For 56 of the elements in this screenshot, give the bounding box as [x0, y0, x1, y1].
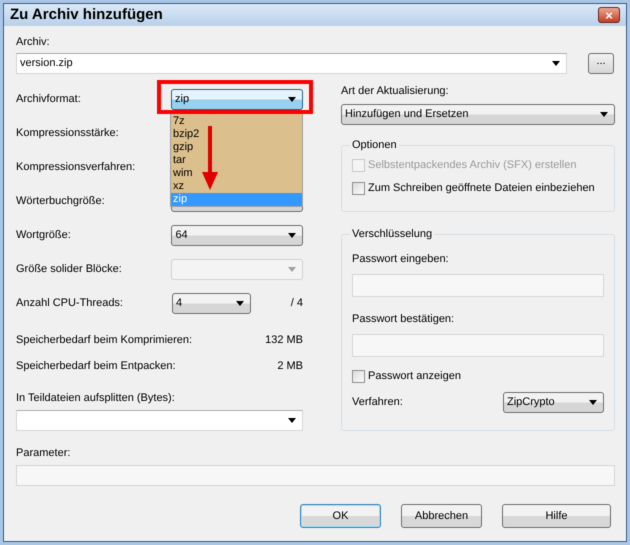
thread-count: / 4 [290, 296, 303, 311]
dialog-button[interactable]: Abbrechen [401, 504, 482, 528]
field-label: Speicherbedarf beim Entpacken: [16, 358, 176, 374]
list-option[interactable]: xz [171, 180, 302, 193]
option-label: Selbstentpackendes Archiv (SFX) erstellen [368, 158, 576, 174]
caret-icon [600, 112, 608, 117]
group-title: Verschlüsselung [351, 227, 434, 242]
list-option[interactable]: gzip [171, 141, 302, 154]
format-dropdown[interactable]: zip [171, 88, 303, 110]
field-label: In Teildateien aufsplitten (Bytes): [16, 391, 176, 405]
dialog-button[interactable]: Hilfe [502, 504, 611, 528]
field-label: Archiv: [16, 35, 51, 49]
option-label: Zum Schreiben geöffnete Dateien einbeziehen [368, 181, 595, 196]
list-option[interactable]: 7z [171, 115, 302, 128]
dialog-button[interactable]: OK [300, 504, 381, 528]
password-field[interactable] [352, 274, 604, 296]
dropdown[interactable]: 64 [171, 224, 303, 246]
field-label: Kompressionsstärke: [16, 126, 120, 141]
split-combo[interactable] [16, 410, 303, 431]
caret-icon [236, 300, 244, 306]
arrow-icon [202, 126, 218, 190]
list-option[interactable]: bzip2 [171, 128, 302, 141]
field-label: Archivformat: [16, 92, 81, 107]
caret-icon [288, 266, 296, 272]
option-label: Passwort anzeigen [368, 369, 461, 384]
field-label: Parameter: [16, 446, 72, 460]
method-dropdown[interactable]: ZipCrypto [503, 392, 604, 412]
window-title: Zu Archiv hinzufügen [10, 4, 163, 25]
checkbox[interactable] [352, 370, 365, 383]
update-dropdown[interactable]: Hinzufügen und Ersetzen [341, 104, 615, 125]
caret-icon [288, 418, 296, 423]
parameter-field[interactable] [16, 465, 615, 486]
list-option[interactable]: tar [171, 154, 302, 167]
field-label: Verfahren: [352, 394, 403, 410]
field-label: Passwort bestätigen: [352, 312, 456, 326]
field-label: Kompressionsverfahren: [16, 160, 136, 175]
list-option[interactable]: wim [171, 167, 302, 180]
browse-button[interactable]: ... [588, 53, 614, 74]
field-label: Art der Aktualisierung: [341, 84, 450, 98]
checkbox[interactable] [352, 182, 365, 195]
field-label: Wortgröße: [16, 228, 72, 243]
field-label: Anzahl CPU-Threads: [16, 296, 124, 311]
group-title: Optionen [351, 138, 398, 153]
caret-icon [288, 96, 296, 102]
field-label: Speicherbedarf beim Komprimieren: [16, 332, 192, 348]
field-label: Größe solider Blöcke: [16, 262, 123, 277]
password-confirm-field[interactable] [352, 334, 604, 356]
dropdown[interactable]: 4 [172, 292, 251, 314]
memory-value: 2 MB [277, 358, 303, 374]
field-label: Wörterbuchgröße: [16, 194, 106, 209]
caret-icon [288, 232, 296, 238]
memory-value: 132 MB [265, 332, 303, 348]
caret-icon [589, 400, 597, 404]
caret-icon [552, 61, 560, 66]
field-label: Passwort eingeben: [352, 252, 450, 266]
archive-combo[interactable]: version.zip [16, 53, 568, 74]
